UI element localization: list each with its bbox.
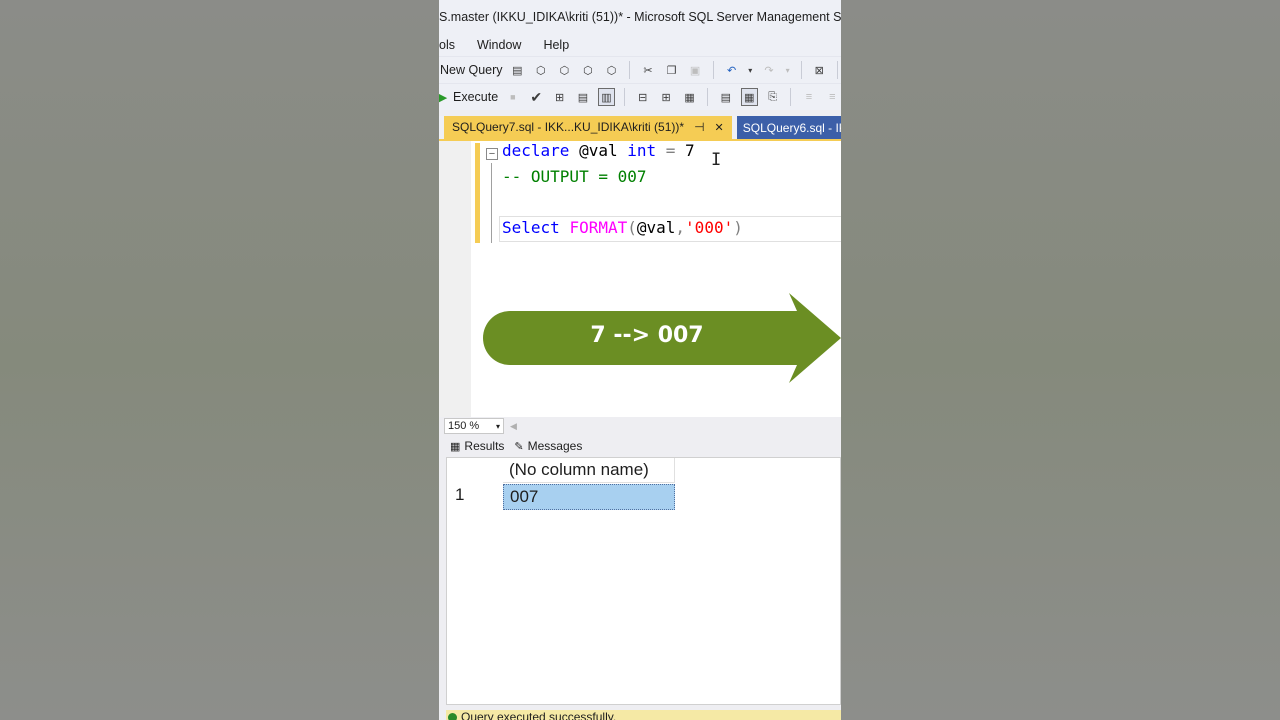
tab-sqlquery7[interactable]: SQLQuery7.sql - IKK...KU_IDIKA\kriti (51…	[444, 116, 732, 140]
tab-sqlquery6[interactable]: SQLQuery6.sql - IKK...K	[736, 116, 841, 140]
client-stats-icon[interactable]: ▦	[681, 88, 698, 106]
results-to-grid-icon[interactable]: ▦	[740, 88, 758, 106]
results-tab-label: Results	[464, 439, 505, 453]
highlight-arrow: 7 --> 007	[482, 293, 841, 383]
zoom-bar: 150 % ▾ ◀	[439, 417, 841, 435]
toolbar-divider	[712, 61, 714, 79]
tab-results[interactable]: ▦ Results	[450, 439, 504, 453]
results-to-file-icon[interactable]: ⎘	[764, 88, 781, 106]
status-text: Query executed successfully.	[461, 710, 617, 720]
execute-icon[interactable]: ▶	[439, 88, 447, 106]
toolbar-divider	[629, 61, 631, 79]
editor-gutter	[439, 141, 471, 419]
cut-icon[interactable]: ✂	[639, 61, 657, 79]
success-icon	[448, 713, 457, 720]
menu-item-window[interactable]: Window	[477, 38, 521, 52]
results-tabs: ▦ Results ✎ Messages	[439, 435, 841, 457]
query-file-icon[interactable]: ▤	[509, 61, 527, 79]
toolbar-divider	[624, 88, 626, 106]
new-query-button[interactable]: New Query	[440, 63, 503, 77]
stop-icon[interactable]: ■	[504, 88, 521, 106]
background-left	[0, 0, 439, 720]
close-icon[interactable]: ✕	[715, 121, 724, 134]
toolbar-divider	[837, 61, 839, 79]
row-number[interactable]: 1	[455, 485, 464, 505]
background-right	[841, 0, 1280, 720]
uncomment-icon[interactable]: ≡	[824, 88, 841, 106]
code-line-2: -- OUTPUT = 007	[502, 167, 647, 186]
pin-icon[interactable]: ⊣	[694, 120, 704, 134]
column-header[interactable]: (No column name)	[503, 458, 675, 483]
zoom-select[interactable]: 150 % ▾	[444, 418, 504, 434]
results-to-text-icon[interactable]: ▤	[717, 88, 734, 106]
title-bar: S.master (IKKU_IDIKA\kriti (51))* - Micr…	[439, 0, 841, 34]
changed-lines-marker	[475, 143, 480, 243]
toolbar-divider	[800, 61, 802, 79]
menu-bar: ols Window Help	[439, 34, 841, 56]
code-line-4: Select FORMAT(@val,'000')	[502, 218, 743, 237]
paste-icon[interactable]: ▣	[686, 61, 704, 79]
result-cell[interactable]: 007	[503, 484, 675, 510]
grid-icon: ▦	[450, 440, 461, 453]
collapse-icon[interactable]: −	[486, 148, 498, 160]
dax-query-icon[interactable]: ⬡	[603, 61, 621, 79]
standard-toolbar: New Query ▤ ⬡ ⬡ ⬡ ⬡ ✂ ❐ ▣ ↶ ▾ ↷ ▾ ⊠	[439, 56, 841, 83]
toolbar-divider	[707, 88, 709, 106]
messages-icon: ✎	[514, 440, 524, 453]
estimated-plan-icon[interactable]: ⊞	[551, 88, 568, 106]
dmx-query-icon[interactable]: ⬡	[556, 61, 574, 79]
scroll-left-icon[interactable]: ◀	[510, 421, 517, 432]
menu-item-tools[interactable]: ols	[439, 38, 455, 52]
parse-check-icon[interactable]: ✔	[528, 88, 545, 106]
tab-label: SQLQuery6.sql - IKK...K	[742, 121, 841, 135]
code-line-1: declare @val int = 7	[502, 141, 695, 160]
undo-dropdown-icon[interactable]: ▾	[746, 61, 754, 79]
redo-icon[interactable]: ↷	[760, 61, 778, 79]
execute-button[interactable]: Execute	[453, 90, 498, 104]
copy-icon[interactable]: ❐	[663, 61, 681, 79]
arrow-label: 7 --> 007	[590, 323, 704, 348]
live-stats-icon[interactable]: ⊞	[657, 88, 674, 106]
zoom-value: 150 %	[448, 420, 480, 432]
toolbar-divider	[790, 88, 792, 106]
mdx-query-icon[interactable]: ⬡	[532, 61, 550, 79]
comment-icon[interactable]: ≡	[800, 88, 817, 106]
menu-item-help[interactable]: Help	[543, 38, 569, 52]
outline-line	[491, 163, 492, 243]
query-options-icon[interactable]: ▤	[574, 88, 591, 106]
messages-tab-label: Messages	[527, 439, 583, 453]
text-cursor-icon: I	[711, 150, 722, 170]
sql-editor-toolbar: ▶ Execute ■ ✔ ⊞ ▤ ▥ ⊟ ⊞ ▦ ▤ ▦ ⎘ ≡ ≡	[439, 83, 841, 110]
document-tabs: SQLQuery7.sql - IKK...KU_IDIKA\kriti (51…	[439, 116, 841, 140]
results-to-grid-toggle-icon[interactable]: ▥	[597, 88, 616, 106]
tab-messages[interactable]: ✎ Messages	[514, 439, 582, 453]
include-plan-icon[interactable]: ⊟	[634, 88, 651, 106]
window-title: S.master (IKKU_IDIKA\kriti (51))* - Micr…	[439, 10, 841, 24]
status-bar: Query executed successfully.	[446, 710, 841, 720]
redo-dropdown-icon[interactable]: ▾	[784, 61, 792, 79]
tab-label: SQLQuery7.sql - IKK...KU_IDIKA\kriti (51…	[452, 120, 685, 134]
undo-icon[interactable]: ↶	[723, 61, 741, 79]
activity-monitor-icon[interactable]: ⊠	[811, 61, 829, 79]
chevron-down-icon: ▾	[495, 421, 500, 431]
xmla-query-icon[interactable]: ⬡	[579, 61, 597, 79]
results-grid: (No column name) 1 007	[446, 457, 841, 705]
